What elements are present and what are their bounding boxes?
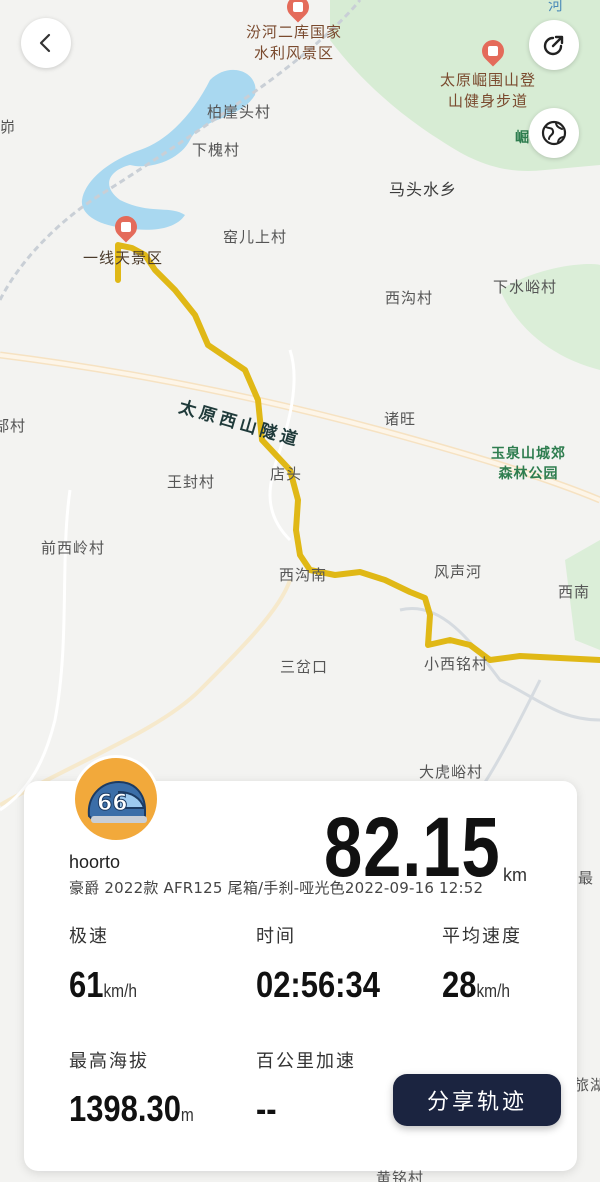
max-altitude-number: 1398.30 — [69, 1088, 181, 1129]
max-altitude-label: 最高海拔 — [69, 1051, 149, 1072]
max-speed-value: 61km/h — [69, 964, 137, 1006]
label-wangfeng: 王封村 — [167, 473, 216, 491]
label-fenhe-reservoir: 汾河二库国家 水利风景区 — [246, 23, 343, 62]
max-altitude-value: 1398.30m — [69, 1088, 194, 1130]
max-speed-number: 61 — [69, 964, 104, 1005]
label-xiaoximing: 小西铭村 — [424, 655, 489, 673]
avg-speed-number: 28 — [442, 964, 477, 1005]
globe-icon — [541, 120, 567, 146]
label-bogeshan-trail: 太原崛围山登 山健身步道 — [440, 71, 537, 110]
chevron-left-icon — [39, 33, 51, 53]
label-xinan: 西南 — [558, 583, 591, 601]
label-xiahuai: 下槐村 — [192, 141, 241, 159]
time-value: 02:56:34 — [256, 964, 380, 1005]
label-qianxiling: 前西岭村 — [41, 539, 106, 557]
ride-summary-card: 66 hoorto 82.15 km 豪爵 2022款 AFR125 尾箱/手刹… — [24, 755, 577, 1171]
label-yuquanshan-park: 玉泉山城郊 森林公园 — [491, 446, 566, 482]
label-yixiantian: 一线天景区 — [83, 249, 164, 267]
back-button[interactable] — [21, 18, 71, 68]
accel-value: -- — [256, 1088, 277, 1129]
accel-label: 百公里加速 — [256, 1051, 356, 1072]
label-fengshenghe: 风声河 — [434, 563, 483, 581]
max-speed-unit: km/h — [103, 981, 137, 1001]
label-yaoershang: 窑儿上村 — [223, 228, 288, 246]
label-green-edge: 崛 — [515, 130, 530, 146]
avatar-badge-text: 66 — [97, 791, 128, 816]
label-left-edge-mid: 郜村 — [0, 417, 27, 435]
distance-unit: km — [503, 865, 527, 885]
avg-speed-value: 28km/h — [442, 964, 510, 1006]
label-bottom-edge: 黄铭村 — [376, 1169, 425, 1182]
label-sanchakou: 三岔口 — [280, 658, 329, 676]
avatar[interactable]: 66 — [72, 755, 160, 843]
label-dahuyu: 大虎峪村 — [419, 763, 484, 781]
label-xiashuiyu: 下水峪村 — [493, 278, 558, 296]
vehicle-info: 豪爵 2022款 AFR125 尾箱/手刹-哑光色2022-09-16 12:5… — [69, 879, 484, 897]
max-altitude-unit: m — [180, 1105, 194, 1125]
label-baiyatou: 柏崖头村 — [207, 103, 272, 121]
avg-speed-unit: km/h — [476, 981, 510, 1001]
helmet-icon: 66 — [87, 780, 147, 823]
share-arrow-icon — [543, 35, 564, 56]
time-label: 时间 — [256, 926, 296, 947]
share-track-button[interactable]: 分享轨迹 — [393, 1074, 561, 1126]
label-right-edge-zui: 最 — [578, 869, 595, 887]
label-left-edge-top: 峁 — [0, 118, 17, 136]
label-xigou: 西沟村 — [385, 289, 434, 307]
avg-speed-label: 平均速度 — [442, 926, 522, 947]
map-layer-button[interactable] — [529, 108, 579, 158]
max-speed-label: 极速 — [69, 926, 109, 947]
label-matoushui: 马头水乡 — [389, 180, 458, 199]
label-top-edge-river: 河 — [548, 0, 565, 14]
share-route-button[interactable] — [529, 20, 579, 70]
username: hoorto — [69, 852, 121, 872]
label-right-edge-lake: 旅湖 — [574, 1076, 600, 1094]
label-xigounan: 西沟南 — [279, 566, 328, 584]
label-zhuwang: 诸旺 — [384, 410, 417, 428]
label-diantou: 店头 — [270, 465, 303, 483]
